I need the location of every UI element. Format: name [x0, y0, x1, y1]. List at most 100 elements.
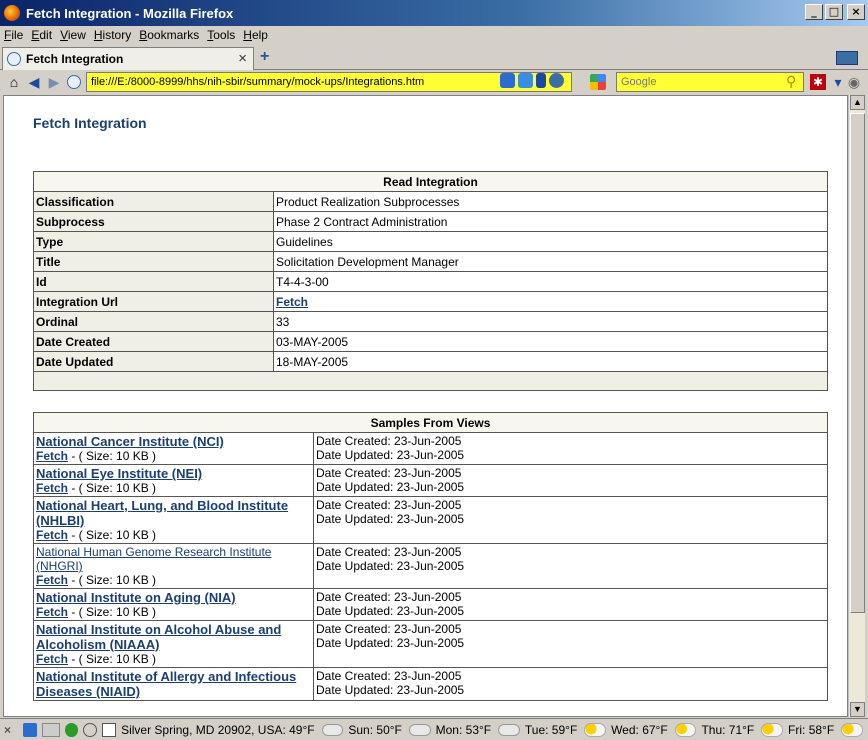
row-label: Classification: [33, 191, 274, 212]
institute-link[interactable]: National Institute on Aging (NIA): [36, 590, 236, 605]
date-updated: Date Updated: 23-Jun-2005: [316, 480, 465, 494]
home-icon[interactable]: ⌂: [6, 74, 22, 90]
institute-cell: National Eye Institute (NEI) Fetch - ( S…: [33, 464, 314, 497]
minimize-button[interactable]: _: [805, 4, 823, 20]
extension-icon[interactable]: ✱: [810, 74, 826, 90]
firefox-icon: [4, 5, 20, 21]
vertical-scrollbar[interactable]: ▲ ▼: [848, 95, 865, 717]
integration-url-fetch-link[interactable]: Fetch: [276, 295, 308, 309]
institute-cell: National Institute of Allergy and Infect…: [33, 667, 314, 701]
close-bar-icon[interactable]: ×: [4, 723, 18, 737]
table-row: Classification Product Realization Subpr…: [33, 191, 828, 212]
dropdown-arrow-icon[interactable]: [536, 73, 546, 88]
menu-file[interactable]: File: [4, 28, 23, 42]
new-tab-button[interactable]: +: [260, 48, 269, 66]
institute-cell: National Heart, Lung, and Blood Institut…: [33, 496, 314, 544]
weather-current[interactable]: Silver Spring, MD 20902, USA: 49°F: [121, 723, 315, 737]
row-label: Subprocess: [33, 211, 274, 232]
forecast-wed[interactable]: Wed: 67°F: [611, 723, 668, 737]
row-label: Integration Url: [33, 291, 274, 312]
institute-link[interactable]: National Cancer Institute (NCI): [36, 434, 224, 449]
eye-icon[interactable]: ◉: [846, 74, 862, 90]
institute-link[interactable]: National Human Genome Research Institute…: [36, 545, 271, 573]
date-created: Date Created: 23-Jun-2005: [316, 466, 462, 480]
sp-icon[interactable]: [41, 722, 60, 737]
page-icon: [7, 52, 21, 66]
extension-arrow-icon[interactable]: ▾: [830, 74, 846, 90]
fetch-link[interactable]: Fetch: [36, 652, 68, 666]
info-icon[interactable]: [518, 73, 533, 88]
forecast-fri[interactable]: Fri: 58°F: [788, 723, 834, 737]
date-updated: Date Updated: 23-Jun-2005: [316, 559, 465, 573]
tab-fetch-integration[interactable]: Fetch Integration ×: [2, 47, 254, 70]
partly-sunny-icon: [584, 722, 607, 737]
row-value: Phase 2 Contract Administration: [273, 211, 828, 232]
institute-cell: National Institute on Aging (NIA) Fetch …: [33, 588, 314, 621]
institute-link[interactable]: National Institute of Allergy and Infect…: [36, 669, 296, 699]
partly-sunny-icon: [761, 722, 784, 737]
row-label: Ordinal: [33, 311, 274, 332]
forecast-tue[interactable]: Tue: 59°F: [525, 723, 577, 737]
forecast-thu[interactable]: Thu: 71°F: [701, 723, 754, 737]
row-value: Solicitation Development Manager: [273, 251, 828, 272]
samples-table-header: Samples From Views: [33, 412, 828, 433]
addon-icon[interactable]: [22, 722, 37, 737]
forecast-mon[interactable]: Mon: 53°F: [436, 723, 492, 737]
scroll-up-icon[interactable]: ▲: [850, 95, 865, 110]
fetch-link[interactable]: Fetch: [36, 528, 68, 542]
table-row: National Human Genome Research Institute…: [33, 543, 828, 589]
window-title: Fetch Integration - Mozilla Firefox: [26, 5, 234, 21]
fetch-link[interactable]: Fetch: [36, 605, 68, 619]
row-label: Title: [33, 251, 274, 272]
date-updated: Date Updated: 23-Jun-2005: [316, 683, 465, 697]
reload-icon[interactable]: [549, 73, 564, 88]
row-label: Id: [33, 271, 274, 292]
menu-view[interactable]: View: [60, 28, 86, 42]
scroll-down-icon[interactable]: ▼: [850, 702, 865, 717]
menu-history[interactable]: History: [94, 28, 131, 42]
site-identity-icon[interactable]: [67, 75, 81, 89]
navigation-bar: ⌂ ◀ ▶ file:///E:/8000-8999/hhs/nih-sbir/…: [0, 70, 868, 94]
tab-strip: Fetch Integration ×: [0, 44, 868, 70]
row-value: T4-4-3-00: [273, 271, 828, 292]
table-row: National Heart, Lung, and Blood Institut…: [33, 496, 828, 544]
tab-close-icon[interactable]: ×: [238, 50, 247, 67]
file-size: - ( Size: 10 KB ): [68, 605, 157, 619]
menu-tools[interactable]: Tools: [207, 28, 235, 42]
maximize-button[interactable]: □: [825, 4, 843, 20]
forecast-sun[interactable]: Sun: 50°F: [348, 723, 402, 737]
date-created: Date Created: 23-Jun-2005: [316, 669, 462, 683]
scroll-thumb[interactable]: [850, 113, 865, 613]
date-created: Date Created: 23-Jun-2005: [316, 434, 462, 448]
fetch-link[interactable]: Fetch: [36, 573, 68, 587]
menu-help[interactable]: Help: [243, 28, 268, 42]
forward-icon[interactable]: ▶: [46, 74, 62, 90]
google-icon[interactable]: [590, 74, 606, 90]
institute-link[interactable]: National Eye Institute (NEI): [36, 466, 202, 481]
search-input[interactable]: Google: [616, 72, 804, 92]
rain-cloud-icon: [408, 723, 431, 736]
title-bar: Fetch Integration - Mozilla Firefox _ □ …: [0, 0, 868, 26]
search-magnifier-icon[interactable]: ⚲: [786, 73, 796, 90]
fetch-link[interactable]: Fetch: [36, 481, 68, 495]
institute-link[interactable]: National Heart, Lung, and Blood Institut…: [36, 498, 288, 528]
table-row: National Institute of Allergy and Infect…: [33, 667, 828, 701]
menu-edit[interactable]: Edit: [31, 28, 52, 42]
table-row: National Institute on Aging (NIA) Fetch …: [33, 588, 828, 621]
file-size: - ( Size: 10 KB ): [68, 652, 157, 666]
institute-link[interactable]: National Institute on Alcohol Abuse and …: [36, 622, 281, 652]
menu-bookmarks[interactable]: Bookmarks: [139, 28, 199, 42]
date-created: Date Created: 23-Jun-2005: [316, 545, 462, 559]
close-window-button[interactable]: ×: [847, 4, 865, 20]
institute-cell: National Cancer Institute (NCI) Fetch - …: [33, 432, 314, 465]
fetch-link[interactable]: Fetch: [36, 449, 68, 463]
status-globe-icon[interactable]: [64, 722, 79, 737]
add-bookmark-icon[interactable]: [500, 73, 515, 88]
tab-list-icon[interactable]: [836, 51, 858, 65]
table-row: Id T4-4-3-00: [33, 271, 828, 292]
clock-icon[interactable]: [83, 722, 98, 737]
table-row: Type Guidelines: [33, 231, 828, 252]
calendar-icon[interactable]: [102, 722, 117, 737]
back-icon[interactable]: ◀: [26, 74, 42, 90]
status-bar: × Silver Spring, MD 20902, USA: 49°F Sun…: [0, 718, 868, 740]
